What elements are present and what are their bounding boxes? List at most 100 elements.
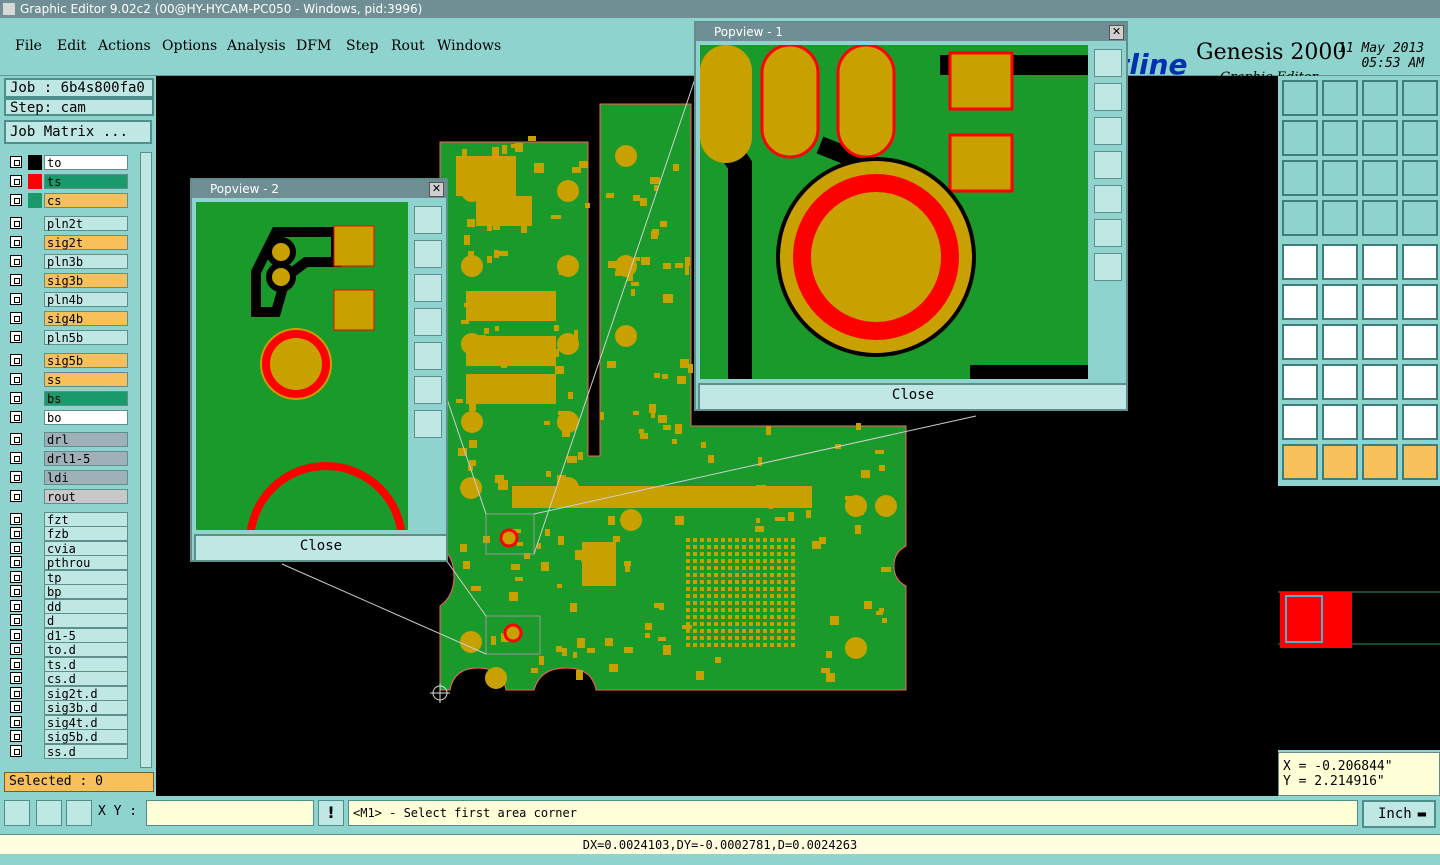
connect-icon[interactable] [1282,284,1318,320]
layer-row-sig2t[interactable]: sig2t [8,235,128,250]
fit-icon[interactable] [1282,160,1318,196]
layer-checkbox[interactable] [10,527,22,539]
layer-name[interactable]: ts.d [44,657,128,672]
menu-options[interactable]: Options [162,38,217,54]
layer-name[interactable]: sig3b [44,273,128,288]
layer-checkbox[interactable] [10,312,22,324]
pointer-box-icon[interactable] [1322,444,1358,480]
layer-row-bo[interactable]: bo [8,410,128,425]
layer-row-fzb[interactable]: fzb [8,526,128,541]
layer-checkbox[interactable] [10,236,22,248]
popview-1-canvas[interactable] [700,45,1088,379]
popview-tool-right[interactable] [414,342,442,370]
layer-name[interactable]: ss.d [44,744,128,759]
layer-row-pln2t[interactable]: pln2t [8,216,128,231]
layer-row-pthrou[interactable]: pthrou [8,555,128,570]
popview-2-title-bar[interactable]: Popview - 2 ✕ [192,180,446,198]
pad-icon[interactable] [1282,364,1318,400]
menu-windows[interactable]: Windows [437,38,501,54]
layer-name[interactable]: pln4b [44,292,128,307]
layer-row-ss[interactable]: ss [8,372,128,387]
triangle2-icon[interactable] [1322,404,1358,440]
layer-name[interactable]: cs [44,193,128,208]
layer-name[interactable]: ldi [44,470,128,485]
layer-row-d1-5[interactable]: d1-5 [8,628,128,643]
layer-checkbox[interactable] [10,600,22,612]
layer-name[interactable]: pln5b [44,330,128,345]
measure-icon[interactable] [36,800,62,826]
triangle-icon[interactable] [1282,404,1318,440]
close-icon[interactable]: ✕ [1109,25,1124,40]
menu-step[interactable]: Step [346,38,378,54]
xy-input[interactable] [146,800,314,826]
layer-row-ss.d[interactable]: ss.d [8,744,128,759]
popview-tool-down[interactable] [414,274,442,302]
layer-checkbox[interactable] [10,745,22,757]
mirror-icon[interactable] [1362,120,1398,156]
layer-row-sig3b[interactable]: sig3b [8,273,128,288]
rotate-icon[interactable] [1402,120,1438,156]
layer-row-rout[interactable]: rout [8,489,128,504]
layer-name[interactable]: to [44,155,128,170]
cross-icon[interactable] [1322,284,1358,320]
save-icon[interactable] [1322,80,1358,116]
layer-checkbox[interactable] [10,556,22,568]
layer-checkbox[interactable] [10,217,22,229]
layer-name[interactable]: sig2t [44,235,128,250]
layer-row-drl1-5[interactable]: drl1-5 [8,451,128,466]
layer-checkbox[interactable] [10,175,22,187]
layer-checkbox[interactable] [10,274,22,286]
dot-icon[interactable] [1402,244,1438,280]
layer-checkbox[interactable] [10,411,22,423]
alert-icon[interactable]: ! [318,800,344,826]
menu-dfm[interactable]: DFM [296,38,331,54]
arch2-icon[interactable] [1402,404,1438,440]
layer-checkbox[interactable] [10,571,22,583]
popview-tool-up[interactable] [414,240,442,268]
layer-row-pln3b[interactable]: pln3b [8,254,128,269]
popview-tool-zoom[interactable] [414,206,442,234]
layer-checkbox[interactable] [10,730,22,742]
slash-icon[interactable] [1322,324,1358,360]
menu-file[interactable]: File [15,38,42,54]
pin-icon[interactable] [1282,244,1318,280]
layer-name[interactable]: dd [44,599,128,614]
layer-name[interactable]: to.d [44,642,128,657]
house-icon[interactable] [1362,80,1398,116]
layer-checkbox[interactable] [10,643,22,655]
layer-row-to[interactable]: to [8,155,128,170]
menu-rout[interactable]: Rout [391,38,425,54]
layer-row-bs[interactable]: bs [8,391,128,406]
layer-checkbox[interactable] [10,658,22,670]
layer-checkbox[interactable] [10,701,22,713]
job-matrix-button[interactable]: Job Matrix ... [4,120,152,144]
line-dot-icon[interactable] [1402,284,1438,320]
popview-1-window[interactable]: Popview - 1 ✕ Close [694,21,1128,411]
arc-icon[interactable] [1362,324,1398,360]
layer-list-scrollbar[interactable] [140,152,152,768]
snap-icon[interactable] [1322,244,1358,280]
popview-1-title-bar[interactable]: Popview - 1 ✕ [696,23,1126,41]
menu-analysis[interactable]: Analysis [227,38,286,54]
layer-row-to.d[interactable]: to.d [8,642,128,657]
layer-row-sig4t.d[interactable]: sig4t.d [8,715,128,730]
layer-row-sig5b.d[interactable]: sig5b.d [8,729,128,744]
popview-tool-down[interactable] [1094,117,1122,145]
layer-name[interactable]: fzb [44,526,128,541]
layer-row-fzt[interactable]: fzt [8,512,128,527]
layers-select-icon[interactable] [1402,200,1438,236]
popview-tool-up[interactable] [1094,83,1122,111]
popview-tool-left[interactable] [414,308,442,336]
layer-row-sig3b.d[interactable]: sig3b.d [8,700,128,715]
layer-checkbox[interactable] [10,293,22,305]
layer-name[interactable]: ts [44,174,128,189]
angle-icon[interactable] [1282,324,1318,360]
import-icon[interactable] [1282,120,1318,156]
popview-tool-zoom[interactable] [1094,49,1122,77]
flip-icon[interactable] [1402,324,1438,360]
layer-name[interactable]: rout [44,489,128,504]
layer-checkbox[interactable] [10,585,22,597]
layer-row-ts.d[interactable]: ts.d [8,657,128,672]
layer-row-dd[interactable]: dd [8,599,128,614]
layer-name[interactable]: pln3b [44,254,128,269]
